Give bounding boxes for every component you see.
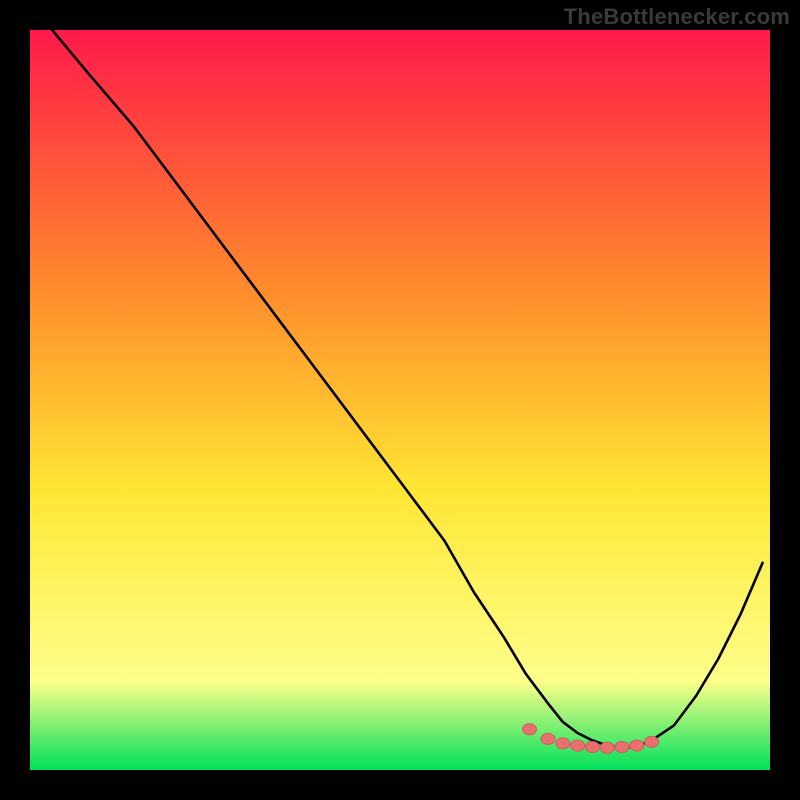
optimal-marker — [600, 742, 614, 753]
chart-container: TheBottlenecker.com — [0, 0, 800, 800]
optimal-marker — [585, 742, 599, 753]
optimal-marker — [645, 736, 659, 747]
bottleneck-chart — [30, 30, 770, 770]
plot-area — [30, 30, 770, 770]
optimal-marker — [556, 738, 570, 749]
optimal-marker — [541, 733, 555, 744]
gradient-background — [30, 30, 770, 770]
optimal-marker — [615, 742, 629, 753]
optimal-marker — [630, 740, 644, 751]
optimal-marker — [571, 740, 585, 751]
optimal-marker — [523, 724, 537, 735]
watermark-text: TheBottlenecker.com — [564, 4, 790, 30]
